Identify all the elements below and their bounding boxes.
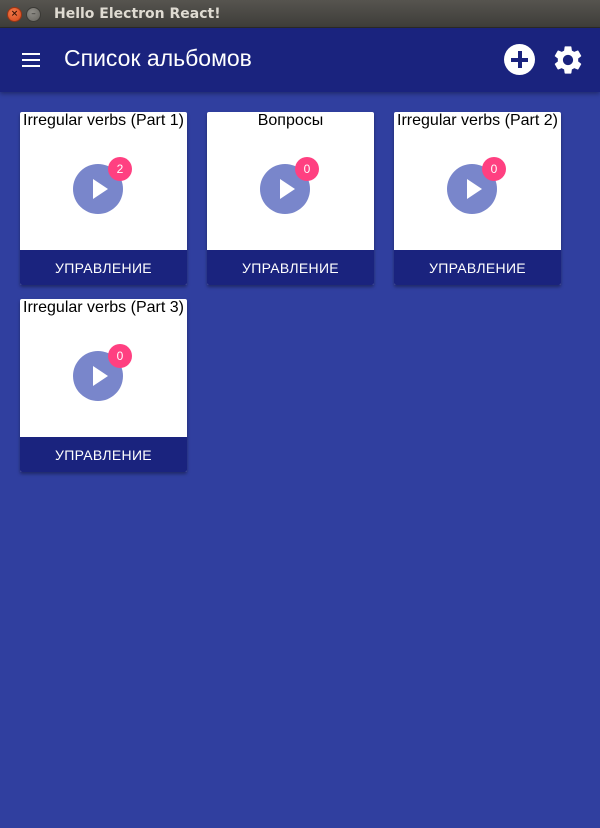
count-badge: 0 — [108, 344, 132, 368]
app-bar: Список альбомов — [0, 28, 600, 92]
count-badge: 0 — [482, 157, 506, 181]
manage-button[interactable]: УПРАВЛЕНИЕ — [20, 250, 187, 285]
add-album-button[interactable] — [504, 44, 535, 75]
play-icon — [93, 366, 108, 386]
count-badge: 0 — [295, 157, 319, 181]
window-titlebar[interactable]: × – Hello Electron React! — [0, 0, 600, 28]
page-title: Список альбомов — [64, 45, 252, 71]
menu-icon-bar — [22, 65, 40, 67]
menu-icon-bar — [22, 59, 40, 61]
play-icon — [280, 179, 295, 199]
album-card: Irregular verbs (Part 1) 2 УПРАВЛЕНИЕ — [20, 112, 187, 285]
play-icon — [467, 179, 482, 199]
album-card: Irregular verbs (Part 2) 0 УПРАВЛЕНИЕ — [394, 112, 561, 285]
album-title: Вопросы — [257, 112, 324, 129]
gear-icon — [554, 46, 582, 74]
album-title: Irregular verbs (Part 3) — [23, 299, 184, 316]
album-title: Irregular verbs (Part 2) — [397, 112, 558, 129]
window-close-button[interactable]: × — [7, 7, 22, 22]
count-badge: 2 — [108, 157, 132, 181]
window-minimize-button[interactable]: – — [26, 7, 41, 22]
manage-button[interactable]: УПРАВЛЕНИЕ — [207, 250, 374, 285]
manage-button[interactable]: УПРАВЛЕНИЕ — [20, 437, 187, 472]
album-card: Вопросы 0 УПРАВЛЕНИЕ — [207, 112, 374, 285]
album-card: Irregular verbs (Part 3) 0 УПРАВЛЕНИЕ — [20, 299, 187, 472]
close-icon: × — [10, 9, 19, 19]
play-icon — [93, 179, 108, 199]
window-title: Hello Electron React! — [54, 6, 221, 22]
album-title: Irregular verbs (Part 1) — [23, 112, 184, 129]
settings-button[interactable] — [551, 43, 585, 77]
menu-button[interactable] — [20, 49, 44, 71]
minimize-icon: – — [31, 9, 36, 19]
menu-icon — [22, 53, 40, 55]
manage-button[interactable]: УПРАВЛЕНИЕ — [394, 250, 561, 285]
